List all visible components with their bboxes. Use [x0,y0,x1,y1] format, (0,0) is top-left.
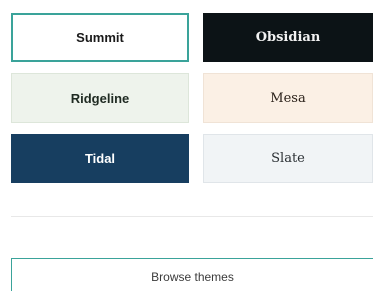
theme-label-slate: Slate [271,151,305,166]
theme-tile-ridgeline[interactable]: Ridgeline [11,73,189,123]
section-divider [11,216,373,217]
theme-label-mesa: Mesa [270,90,306,106]
theme-label-summit: Summit [76,30,124,45]
theme-tile-slate[interactable]: Slate [203,134,373,183]
theme-tile-mesa[interactable]: Mesa [203,73,373,123]
theme-label-ridgeline: Ridgeline [70,90,130,106]
theme-label-obsidian: Obsidian [255,30,321,45]
theme-tile-summit[interactable]: Summit [11,13,189,62]
theme-picker: Summit Obsidian Ridgeline Mesa Tidal Sla… [0,0,373,291]
theme-tile-obsidian[interactable]: Obsidian [203,13,373,62]
theme-tile-tidal[interactable]: Tidal [11,134,189,183]
browse-themes-button[interactable]: Browse themes [11,258,373,291]
browse-themes-label: Browse themes [151,270,234,284]
theme-label-tidal: Tidal [84,151,116,166]
